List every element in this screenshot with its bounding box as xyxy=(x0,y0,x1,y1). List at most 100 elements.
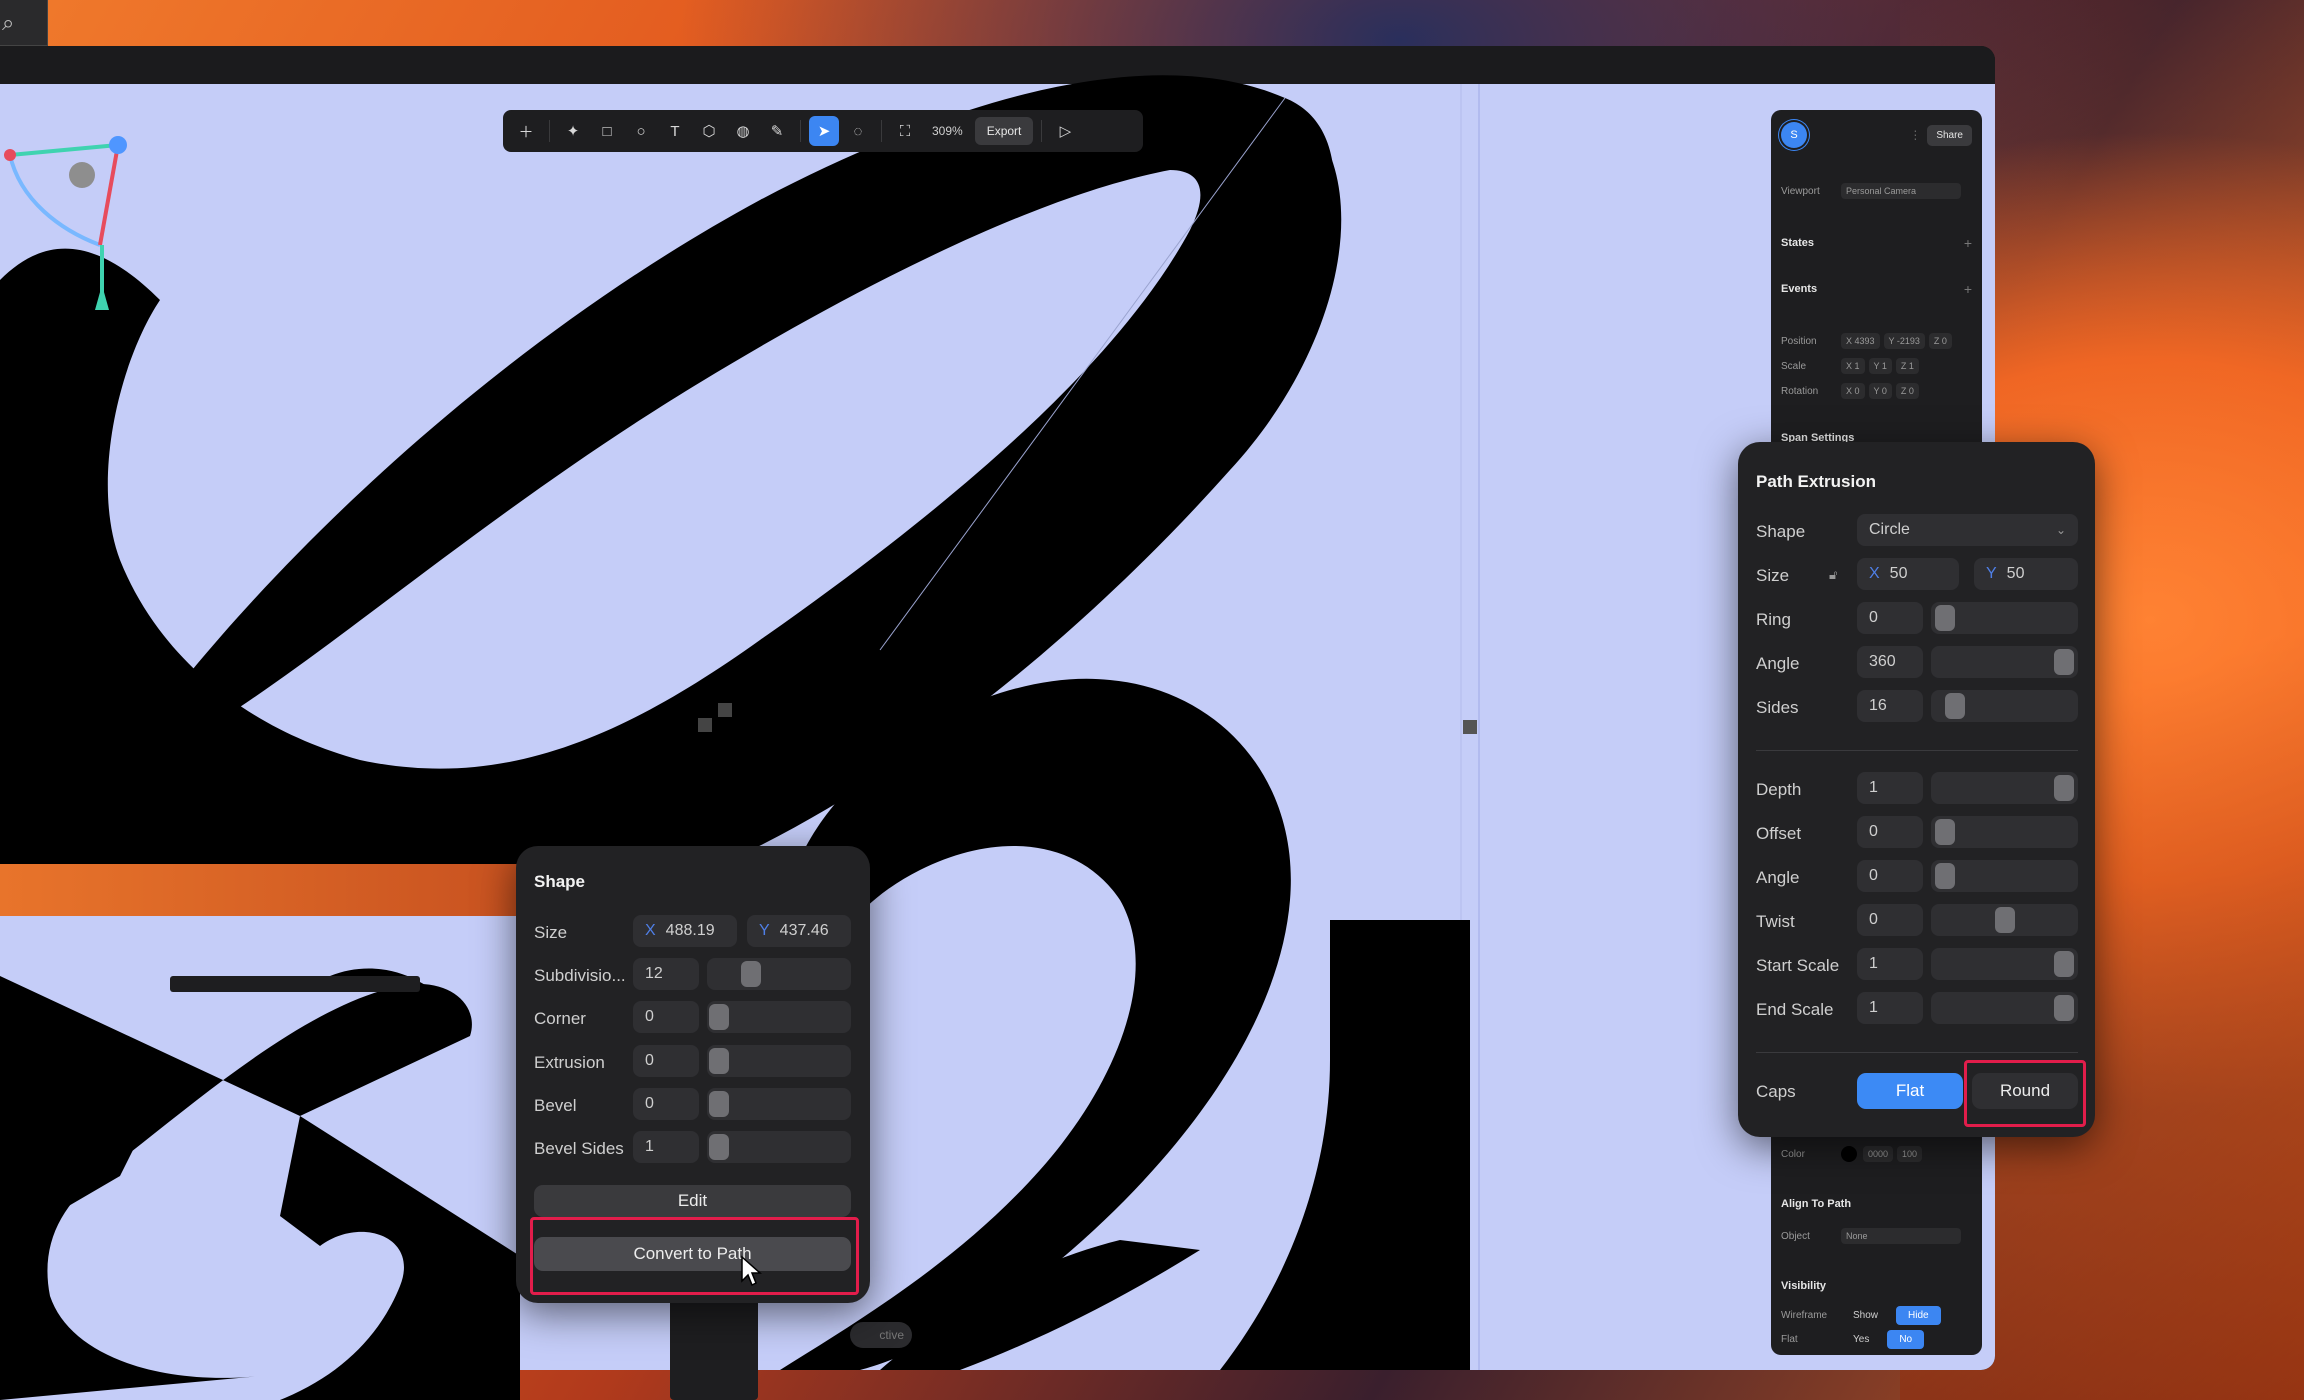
corner-slider[interactable] xyxy=(707,1001,851,1033)
bevel-sides-label: Bevel Sides xyxy=(534,1139,624,1158)
bevel-sides-slider[interactable] xyxy=(707,1131,851,1163)
add-event-icon[interactable]: + xyxy=(1964,281,1972,297)
twist-field[interactable]: 0 xyxy=(1857,904,1923,936)
shape-select[interactable]: Circle ⌄ xyxy=(1857,514,2078,546)
ring-field[interactable]: 0 xyxy=(1857,602,1923,634)
nested-mini-panel xyxy=(670,1290,758,1400)
offset-field[interactable]: 0 xyxy=(1857,816,1923,848)
wireframe-show-button[interactable]: Show xyxy=(1841,1306,1890,1325)
corner-field[interactable]: 0 xyxy=(633,1001,699,1033)
slider-thumb[interactable] xyxy=(709,1134,729,1160)
shape-size-y-field[interactable]: Y 437.46 xyxy=(747,915,851,947)
scale-y-field[interactable]: Y 1 xyxy=(1868,358,1892,374)
angle-slider[interactable] xyxy=(1931,646,2078,678)
slider-thumb[interactable] xyxy=(709,1091,729,1117)
angle-label: Angle xyxy=(1756,654,1800,673)
bevel-sides-field[interactable]: 1 xyxy=(633,1131,699,1163)
y-axis-label: Y xyxy=(759,922,770,939)
ring-slider[interactable] xyxy=(1931,602,2078,634)
slider-thumb[interactable] xyxy=(2054,649,2074,675)
sides-field[interactable]: 16 xyxy=(1857,690,1923,722)
slider-thumb[interactable] xyxy=(1995,907,2015,933)
twist-slider[interactable] xyxy=(1931,904,2078,936)
slider-thumb[interactable] xyxy=(1935,819,1955,845)
twist-label: Twist xyxy=(1756,912,1795,931)
slider-thumb[interactable] xyxy=(741,961,761,987)
wireframe-hide-button[interactable]: Hide xyxy=(1896,1306,1941,1325)
sparkle-icon[interactable]: ✦ xyxy=(558,116,588,146)
cube-tool-icon[interactable]: ⬡ xyxy=(694,116,724,146)
size-x-field[interactable]: X 50 xyxy=(1857,558,1959,590)
bevel-slider[interactable] xyxy=(707,1088,851,1120)
shape-size-y-value: 437.46 xyxy=(779,922,829,939)
rectangle-tool-icon[interactable]: □ xyxy=(592,116,622,146)
color-hex-field[interactable]: 0000 xyxy=(1863,1146,1894,1162)
comment-tool-icon[interactable]: ◌ xyxy=(843,116,873,146)
start-scale-field[interactable]: 1 xyxy=(1857,948,1923,980)
position-y-field[interactable]: Y -2193 xyxy=(1883,333,1925,349)
shape-size-x-field[interactable]: X 488.19 xyxy=(633,915,737,947)
subdivisions-slider[interactable] xyxy=(707,958,851,990)
caps-flat-button[interactable]: Flat xyxy=(1857,1073,1963,1109)
slider-thumb[interactable] xyxy=(1935,605,1955,631)
zoom-level[interactable]: 309% xyxy=(924,124,971,138)
export-button[interactable]: Export xyxy=(974,117,1034,145)
subdivisions-field[interactable]: 12 xyxy=(633,958,699,990)
slider-thumb[interactable] xyxy=(709,1004,729,1030)
slider-thumb[interactable] xyxy=(1945,693,1965,719)
scale-x-field[interactable]: X 1 xyxy=(1841,358,1865,374)
end-scale-slider[interactable] xyxy=(1931,992,2078,1024)
shape-panel-title: Shape xyxy=(534,872,586,891)
position-z-field[interactable]: Z 0 xyxy=(1928,333,1952,349)
play-icon[interactable]: ▷ xyxy=(1050,116,1080,146)
sides-slider[interactable] xyxy=(1931,690,2078,722)
color-opacity-field[interactable]: 100 xyxy=(1897,1146,1923,1162)
slider-thumb[interactable] xyxy=(1935,863,1955,889)
select-tool-icon[interactable]: ➤ xyxy=(809,116,839,146)
sides-label: Sides xyxy=(1756,698,1799,717)
object-select[interactable]: None xyxy=(1841,1228,1961,1244)
angle2-slider[interactable] xyxy=(1931,860,2078,892)
slider-thumb[interactable] xyxy=(2054,951,2074,977)
add-icon[interactable]: ＋ xyxy=(511,116,541,146)
angle2-field[interactable]: 0 xyxy=(1857,860,1923,892)
flat-yes-button[interactable]: Yes xyxy=(1841,1330,1881,1349)
share-button[interactable]: Share xyxy=(1927,124,1972,146)
transform-gizmo[interactable] xyxy=(0,130,140,320)
pen-tool-icon[interactable]: ✎ xyxy=(762,116,792,146)
end-scale-field[interactable]: 1 xyxy=(1857,992,1923,1024)
slider-thumb[interactable] xyxy=(2054,995,2074,1021)
avatar[interactable]: S xyxy=(1781,122,1807,148)
flat-no-button[interactable]: No xyxy=(1887,1330,1925,1349)
depth-field[interactable]: 1 xyxy=(1857,772,1923,804)
position-x-field[interactable]: X 4393 xyxy=(1841,333,1880,349)
scale-label: Scale xyxy=(1781,360,1807,372)
extrusion-label: Extrusion xyxy=(534,1053,605,1072)
slider-thumb[interactable] xyxy=(2054,775,2074,801)
edit-button[interactable]: Edit xyxy=(534,1185,851,1217)
size-y-field[interactable]: Y 50 xyxy=(1974,558,2078,590)
events-header: Events xyxy=(1781,283,1818,295)
start-scale-slider[interactable] xyxy=(1931,948,2078,980)
color-swatch[interactable] xyxy=(1841,1146,1857,1162)
rotation-z-field[interactable]: Z 0 xyxy=(1895,383,1919,399)
angle-field[interactable]: 360 xyxy=(1857,646,1923,678)
ellipse-tool-icon[interactable]: ○ xyxy=(626,116,656,146)
extrusion-field[interactable]: 0 xyxy=(633,1045,699,1077)
scale-z-field[interactable]: Z 1 xyxy=(1895,358,1919,374)
more-icon[interactable]: ⋮ xyxy=(1909,128,1921,142)
sphere-tool-icon[interactable]: ◍ xyxy=(728,116,758,146)
lock-icon[interactable]: 🔓︎ xyxy=(1829,567,1837,583)
fit-view-icon[interactable]: ⛶ xyxy=(890,116,920,146)
viewport-select[interactable]: Personal Camera xyxy=(1841,183,1961,199)
extrusion-slider[interactable] xyxy=(707,1045,851,1077)
add-state-icon[interactable]: + xyxy=(1964,235,1972,251)
bevel-label: Bevel xyxy=(534,1096,577,1115)
offset-slider[interactable] xyxy=(1931,816,2078,848)
slider-thumb[interactable] xyxy=(709,1048,729,1074)
rotation-x-field[interactable]: X 0 xyxy=(1841,383,1865,399)
rotation-y-field[interactable]: Y 0 xyxy=(1868,383,1892,399)
bevel-field[interactable]: 0 xyxy=(633,1088,699,1120)
text-tool-icon[interactable]: T xyxy=(660,116,690,146)
depth-slider[interactable] xyxy=(1931,772,2078,804)
